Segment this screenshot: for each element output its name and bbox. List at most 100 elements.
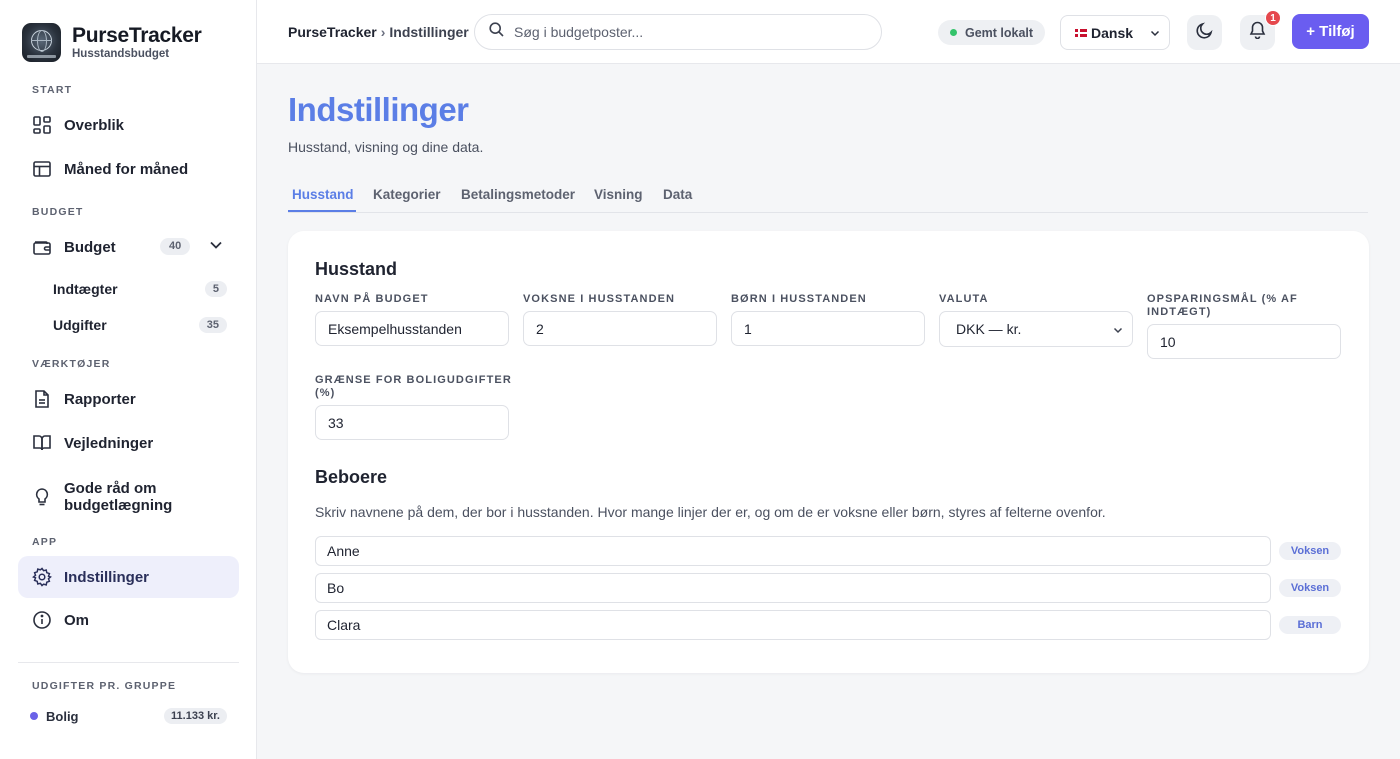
brand-subtitle: Husstandsbudget — [72, 47, 170, 60]
residents-help-text: Skriv navnene på dem, der bor i husstand… — [315, 504, 1106, 520]
group-name: Bolig — [46, 708, 79, 724]
resident-name-input[interactable] — [315, 536, 1271, 566]
breadcrumb-root[interactable]: PurseTracker — [288, 24, 377, 40]
savings-label-line2: indtægt) — [1147, 306, 1212, 318]
group-color-dot — [30, 712, 38, 720]
bell-icon — [1249, 21, 1266, 44]
children-input[interactable] — [731, 311, 925, 346]
expense-group-row[interactable]: Bolig 11.133 kr. — [30, 707, 227, 725]
housing-limit-input[interactable] — [315, 405, 509, 440]
sidebar-item-reports[interactable]: Rapporter — [18, 378, 239, 420]
sidebar-item-monthly[interactable]: Måned for måned — [18, 148, 239, 190]
dashboard-grid-icon — [32, 115, 52, 135]
sidebar-item-label: Rapporter — [64, 390, 136, 408]
saved-status-badge: Gemt lokalt — [938, 20, 1046, 45]
housing-label-line1: Grænse for boligudgifter — [315, 374, 512, 386]
savings-label-line1: Opsparingsmål (% af — [1147, 293, 1298, 305]
chevron-down-icon[interactable] — [209, 238, 223, 257]
sidebar-item-label: Indtægter — [53, 281, 118, 297]
brand-title: PurseTracker — [72, 23, 202, 47]
tips-label-line2: budgetlægning — [64, 497, 173, 514]
language-select[interactable]: Dansk — [1060, 15, 1170, 50]
saved-status-text: Gemt lokalt — [965, 25, 1034, 40]
savings-goal-label: Opsparingsmål (% af indtægt) — [1147, 293, 1347, 319]
residents-heading: Beboere — [315, 467, 388, 487]
sidebar-item-tips[interactable]: Gode råd om budgetlægning — [18, 471, 239, 523]
household-heading: Husstand — [315, 259, 398, 279]
sidebar-subitem-expenses[interactable]: Udgifter 35 — [53, 315, 227, 335]
sidebar-item-label: Vejledninger — [64, 434, 154, 452]
gear-icon — [32, 567, 52, 587]
tab-payment-methods[interactable]: Betalingsmetoder — [461, 187, 575, 202]
adults-label: Voksne i husstanden — [523, 293, 676, 305]
household-card: Husstand Navn på budget Voksne i husstan… — [288, 231, 1369, 673]
table-icon — [32, 159, 52, 179]
add-button[interactable]: + Tilføj — [1292, 14, 1369, 49]
danish-flag-icon — [1075, 28, 1087, 37]
expenses-count-badge: 35 — [198, 317, 227, 333]
resident-row: Voksen — [315, 536, 1341, 566]
section-label-app: APP — [32, 536, 58, 548]
search-box[interactable] — [474, 14, 882, 50]
children-label: Børn i husstanden — [731, 293, 867, 305]
info-icon — [32, 610, 52, 630]
group-amount-badge: 11.133 kr. — [164, 708, 227, 724]
resident-row: Voksen — [315, 573, 1341, 603]
adults-input[interactable] — [523, 311, 717, 346]
saved-status-dot — [950, 29, 957, 36]
book-open-icon — [32, 433, 52, 453]
sidebar-item-label: Måned for måned — [64, 160, 189, 178]
sidebar-divider — [18, 662, 239, 663]
resident-role-badge: Voksen — [1279, 579, 1341, 597]
topbar: PurseTracker›Indstillinger Gemt lokalt D… — [257, 0, 1400, 64]
sidebar-subitem-income[interactable]: Indtægter 5 — [53, 279, 227, 299]
document-icon — [32, 389, 52, 409]
chevron-down-icon — [1149, 26, 1161, 42]
resident-row: Barn — [315, 610, 1341, 640]
sidebar-item-guides[interactable]: Vejledninger — [18, 422, 239, 464]
tab-display[interactable]: Visning — [594, 187, 643, 202]
brand[interactable]: PurseTracker Husstandsbudget — [22, 23, 202, 62]
breadcrumb-separator: › — [380, 24, 386, 40]
sidebar-item-budget[interactable]: Budget 40 — [18, 226, 239, 268]
section-label-tools: VÆRKTØJER — [32, 358, 111, 370]
budget-name-input[interactable] — [315, 311, 509, 346]
tab-household[interactable]: Husstand — [292, 187, 354, 202]
theme-toggle-button[interactable] — [1187, 15, 1222, 50]
section-label-budget: BUDGET — [32, 206, 84, 218]
sidebar: PurseTracker Husstandsbudget START Overb… — [0, 0, 257, 759]
tab-categories[interactable]: Kategorier — [373, 187, 441, 202]
resident-name-input[interactable] — [315, 573, 1271, 603]
sidebar-item-settings[interactable]: Indstillinger — [18, 556, 239, 598]
page-subtitle: Husstand, visning og dine data. — [288, 139, 484, 155]
housing-limit-label: Grænse for boligudgifter (%) — [315, 374, 515, 400]
tips-label-line1: Gode råd om — [64, 480, 157, 497]
section-label-groups: UDGIFTER PR. GRUPPE — [32, 680, 177, 692]
chevron-down-icon — [1112, 323, 1124, 339]
currency-label: Valuta — [939, 293, 989, 305]
breadcrumb-current: Indstillinger — [389, 24, 469, 40]
tab-data[interactable]: Data — [663, 187, 692, 202]
sidebar-item-label: Overblik — [64, 116, 125, 134]
language-value: Dansk — [1091, 24, 1134, 41]
budget-count-badge: 40 — [160, 238, 191, 255]
sidebar-item-overview[interactable]: Overblik — [18, 104, 239, 146]
sidebar-item-label: Budget — [64, 238, 116, 256]
settings-tabs: Husstand Kategorier Betalingsmetoder Vis… — [288, 185, 1368, 213]
notification-count-badge: 1 — [1265, 10, 1281, 26]
currency-select[interactable]: DKK — kr. — [939, 311, 1133, 347]
housing-label-line2: (%) — [315, 387, 336, 399]
search-icon — [489, 22, 504, 42]
savings-goal-input[interactable] — [1147, 324, 1341, 359]
income-count-badge: 5 — [204, 281, 227, 297]
sidebar-item-about[interactable]: Om — [18, 599, 239, 641]
resident-name-input[interactable] — [315, 610, 1271, 640]
sidebar-item-label: Gode råd om budgetlægning — [64, 480, 172, 514]
brand-logo-icon — [22, 23, 61, 62]
search-input[interactable] — [514, 24, 854, 40]
notifications-button[interactable]: 1 — [1240, 10, 1281, 50]
resident-role-badge: Voksen — [1279, 542, 1341, 560]
sidebar-item-label: Indstillinger — [64, 568, 150, 586]
sidebar-item-label: Om — [64, 611, 90, 629]
page-title: Indstillinger — [288, 91, 469, 128]
